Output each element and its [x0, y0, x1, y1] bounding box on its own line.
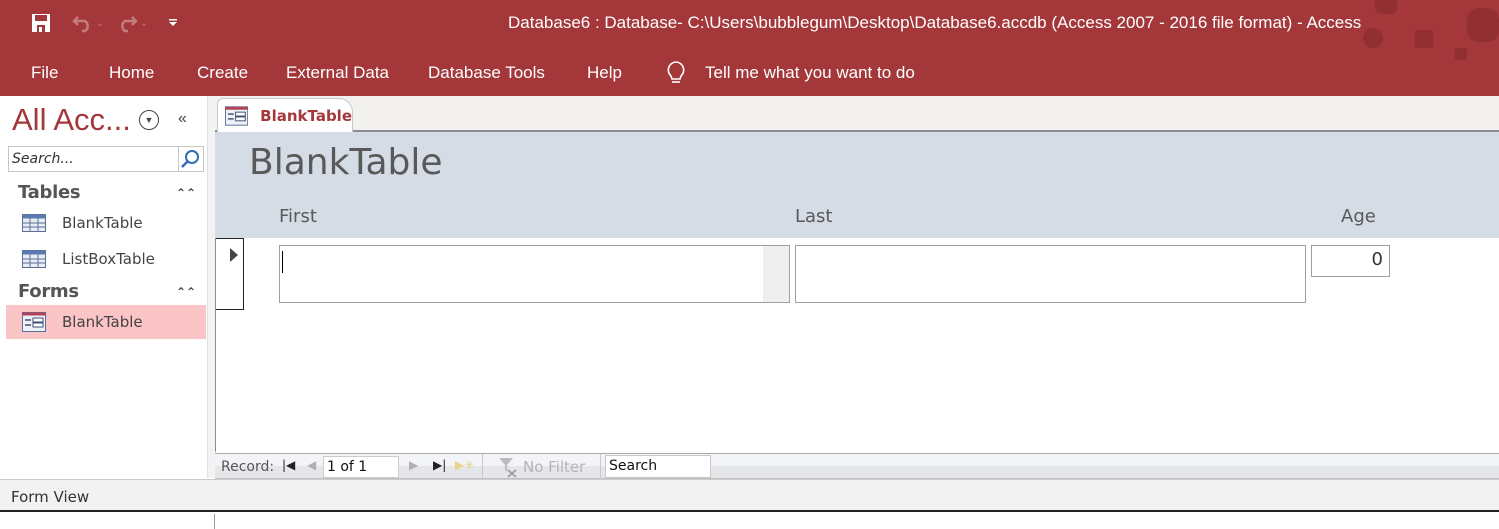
last-field[interactable] — [795, 245, 1306, 303]
form-detail: 0 — [215, 238, 1499, 452]
no-filter-label: No Filter — [523, 458, 586, 476]
search-icon[interactable] — [179, 148, 201, 170]
no-filter-icon — [499, 458, 517, 478]
table-icon — [22, 214, 46, 232]
form-header: BlankTable First Last Age — [215, 132, 1499, 238]
theme-decoration-icon — [1363, 0, 1499, 48]
label-last: Last — [795, 206, 833, 227]
title-bar: ⌄ ⌄ Database6 : Database- C:\Users\bubbl… — [0, 0, 1499, 48]
save-icon[interactable] — [30, 12, 52, 34]
view-status: Form View — [11, 488, 90, 506]
nav-item-blanktable-table[interactable]: BlankTable — [6, 206, 206, 240]
filter-toggle[interactable]: No Filter — [497, 456, 585, 478]
redo-dropdown-icon[interactable]: ⌄ — [138, 12, 150, 34]
tab-help[interactable]: Help — [587, 63, 622, 83]
age-value: 0 — [1371, 249, 1383, 270]
nav-item-label: BlankTable — [62, 313, 143, 331]
record-search-input[interactable]: Search — [605, 455, 711, 478]
label-age: Age — [1341, 206, 1376, 227]
navigation-pane: All Acc... ▼ « Tables ⌃⌃ BlankTable List… — [0, 96, 208, 478]
nav-pane-menu-dropdown-icon[interactable]: ▼ — [139, 110, 159, 130]
table-icon — [22, 250, 46, 268]
last-record-icon[interactable]: ▶| — [433, 458, 446, 472]
document-tab-blanktable[interactable]: BlankTable — [217, 98, 353, 132]
document-tab-strip: BlankTable — [215, 96, 1499, 132]
tab-home[interactable]: Home — [109, 63, 154, 83]
taskbar-edge — [0, 514, 1499, 529]
collapse-group-icon[interactable]: ⌃⌃ — [176, 285, 196, 299]
text-caret — [282, 251, 283, 273]
nav-pane-splitter[interactable] — [207, 96, 215, 478]
customize-qat-icon[interactable] — [162, 12, 184, 34]
nav-pane-title[interactable]: All Acc... — [12, 102, 131, 138]
next-record-icon[interactable]: ▶ — [409, 458, 418, 472]
record-selector[interactable] — [216, 238, 244, 310]
nav-group-forms[interactable]: Forms — [18, 281, 79, 302]
previous-record-icon[interactable]: ◀ — [307, 458, 316, 472]
undo-dropdown-icon[interactable]: ⌄ — [94, 12, 106, 34]
current-record-input[interactable]: 1 of 1 — [323, 456, 399, 478]
current-record-arrow-icon — [230, 248, 238, 262]
record-label: Record: — [221, 459, 275, 475]
divider — [482, 454, 483, 480]
nav-search-box — [8, 146, 204, 172]
age-field[interactable]: 0 — [1311, 245, 1390, 277]
tab-file[interactable]: File — [31, 63, 58, 83]
divider — [600, 454, 601, 480]
first-field-scroll-strip — [763, 246, 789, 302]
collapse-group-icon[interactable]: ⌃⌃ — [176, 186, 196, 200]
tab-external-data[interactable]: External Data — [286, 63, 389, 83]
status-bar: Form View — [0, 479, 1499, 512]
undo-icon[interactable] — [72, 12, 94, 34]
form-icon — [22, 312, 46, 332]
nav-search-input[interactable] — [9, 147, 179, 171]
form-title: BlankTable — [249, 142, 443, 183]
window-title: Database6 : Database- C:\Users\bubblegum… — [508, 13, 1362, 32]
quick-access-toolbar: ⌄ ⌄ — [30, 12, 184, 34]
record-navigation-bar: Record: |◀ ◀ 1 of 1 ▶ ▶| ▶✳ No Filter Se… — [215, 453, 1499, 480]
document-tab-label: BlankTable — [260, 106, 352, 125]
lightbulb-icon[interactable] — [665, 60, 687, 91]
nav-item-label: BlankTable — [62, 214, 143, 232]
redo-icon[interactable] — [116, 12, 138, 34]
nav-group-tables[interactable]: Tables — [18, 182, 81, 203]
ribbon-tab-bar: File Home Create External Data Database … — [0, 48, 1499, 96]
divider — [214, 514, 215, 529]
tab-create[interactable]: Create — [197, 63, 248, 83]
shutter-bar-collapse-icon[interactable]: « — [178, 110, 187, 128]
nav-item-blanktable-form[interactable]: BlankTable — [6, 305, 206, 339]
new-record-icon[interactable]: ▶✳ — [455, 458, 474, 472]
form-icon — [225, 105, 249, 126]
label-first: First — [279, 206, 317, 227]
theme-decoration-icon — [1455, 48, 1467, 60]
nav-item-label: ListBoxTable — [62, 250, 155, 268]
first-field[interactable] — [279, 245, 790, 303]
nav-item-listboxtable-table[interactable]: ListBoxTable — [6, 242, 206, 276]
first-record-icon[interactable]: |◀ — [282, 458, 295, 472]
tab-database-tools[interactable]: Database Tools — [428, 63, 545, 83]
tell-me-search[interactable]: Tell me what you want to do — [705, 63, 915, 83]
